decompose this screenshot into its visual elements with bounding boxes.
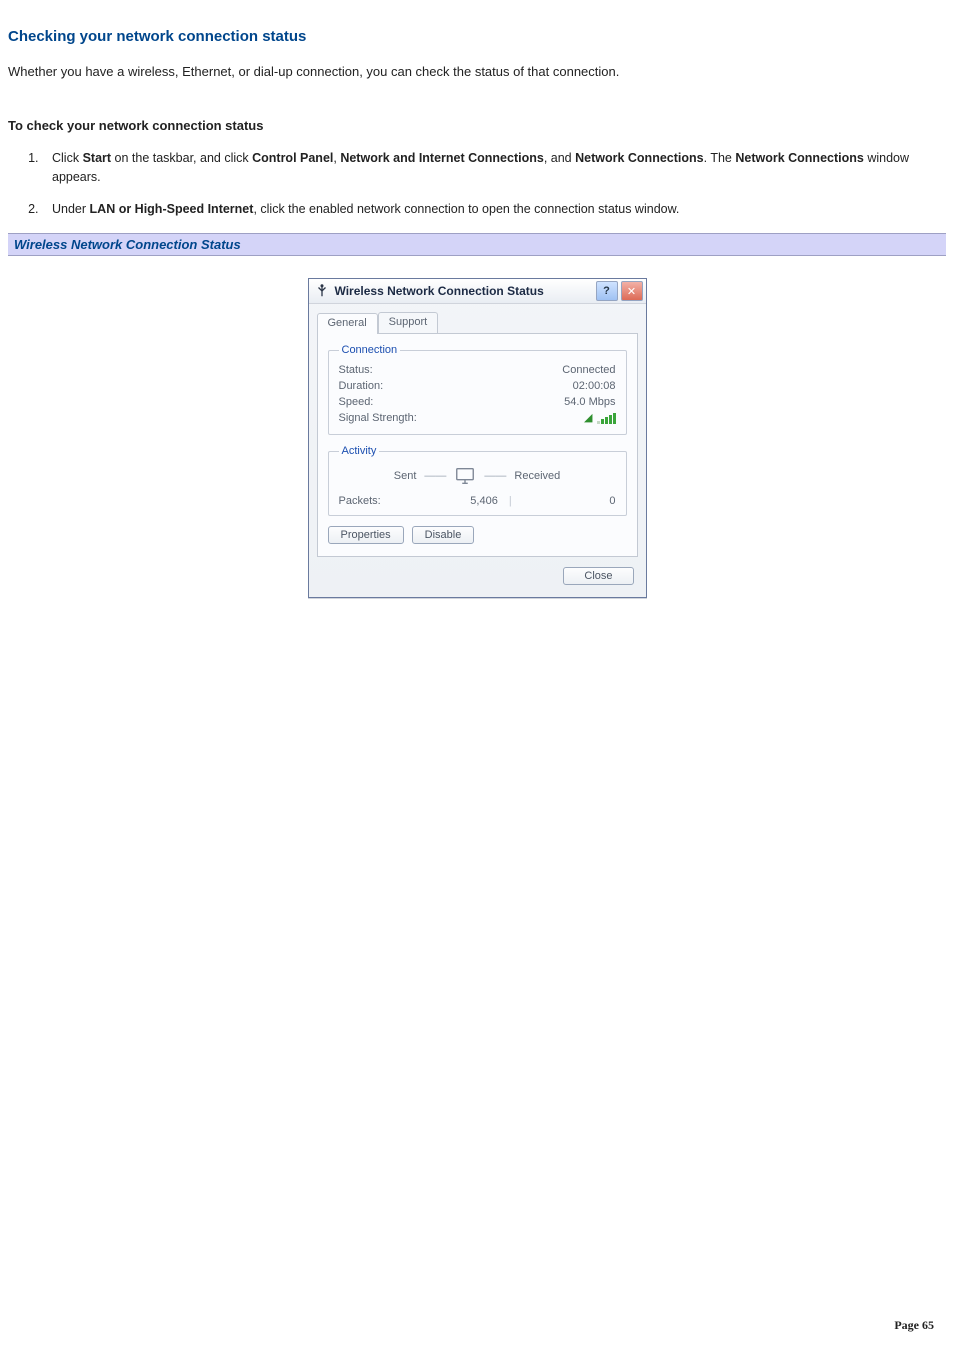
figure: Wireless Network Connection Status ? ✕ G…	[8, 278, 946, 598]
packets-received: 0	[609, 495, 615, 507]
signal-label: Signal Strength:	[339, 412, 417, 424]
received-label: Received	[514, 470, 560, 482]
dash-icon: ——	[424, 470, 446, 482]
monitor-icon	[454, 465, 476, 487]
text: Click	[52, 151, 83, 165]
steps-list: Click Start on the taskbar, and click Co…	[8, 149, 946, 219]
sent-label: Sent	[394, 470, 417, 482]
page-num: 65	[922, 1318, 934, 1332]
step-2: Under LAN or High-Speed Internet, click …	[42, 200, 946, 219]
figure-caption: Wireless Network Connection Status	[8, 233, 946, 256]
group-connection-legend: Connection	[339, 344, 401, 356]
procedure-heading: To check your network connection status	[8, 118, 946, 133]
page-label: Page	[894, 1318, 922, 1332]
kw-control-panel: Control Panel	[252, 151, 333, 165]
page-title: Checking your network connection status	[8, 28, 946, 45]
duration-label: Duration:	[339, 380, 384, 392]
dialog-title: Wireless Network Connection Status	[335, 284, 593, 298]
tab-row: General Support	[317, 312, 638, 333]
kw-network-connections: Network Connections	[575, 151, 704, 165]
tab-general[interactable]: General	[317, 313, 378, 334]
signal-strength-icon: ◢	[584, 412, 615, 424]
text: , and	[544, 151, 575, 165]
speed-label: Speed:	[339, 396, 374, 408]
speed-value: 54.0 Mbps	[564, 396, 615, 408]
help-button[interactable]: ?	[596, 281, 618, 301]
divider: |	[509, 495, 512, 507]
status-label: Status:	[339, 364, 373, 376]
packets-label: Packets:	[339, 495, 381, 507]
document-page: Checking your network connection status …	[0, 0, 954, 1351]
kw-network-internet: Network and Internet Connections	[340, 151, 544, 165]
disable-button[interactable]: Disable	[412, 526, 475, 544]
close-dialog-button[interactable]: Close	[563, 567, 633, 585]
text: on the taskbar, and click	[111, 151, 252, 165]
duration-value: 02:00:08	[573, 380, 616, 392]
intro-text: Whether you have a wireless, Ethernet, o…	[8, 63, 946, 82]
kw-lan: LAN or High-Speed Internet	[90, 202, 254, 216]
dash-icon: ——	[484, 470, 506, 482]
group-activity: Activity Sent —— —— Received	[328, 445, 627, 516]
step-1: Click Start on the taskbar, and click Co…	[42, 149, 946, 187]
text: Under	[52, 202, 90, 216]
kw-start: Start	[83, 151, 111, 165]
properties-button[interactable]: Properties	[328, 526, 404, 544]
close-button[interactable]: ✕	[621, 281, 643, 301]
group-activity-legend: Activity	[339, 445, 380, 457]
status-dialog: Wireless Network Connection Status ? ✕ G…	[308, 278, 647, 598]
text: . The	[704, 151, 736, 165]
kw-network-connections-2: Network Connections	[735, 151, 864, 165]
tab-support[interactable]: Support	[378, 312, 439, 333]
tab-panel-general: Connection Status: Connected Duration: 0…	[317, 333, 638, 557]
status-value: Connected	[562, 364, 615, 376]
antenna-icon	[315, 284, 329, 298]
titlebar: Wireless Network Connection Status ? ✕	[309, 279, 646, 304]
group-connection: Connection Status: Connected Duration: 0…	[328, 344, 627, 435]
packets-sent: 5,406	[470, 495, 498, 507]
page-number: Page 65	[894, 1318, 934, 1333]
text: , click the enabled network connection t…	[253, 202, 679, 216]
